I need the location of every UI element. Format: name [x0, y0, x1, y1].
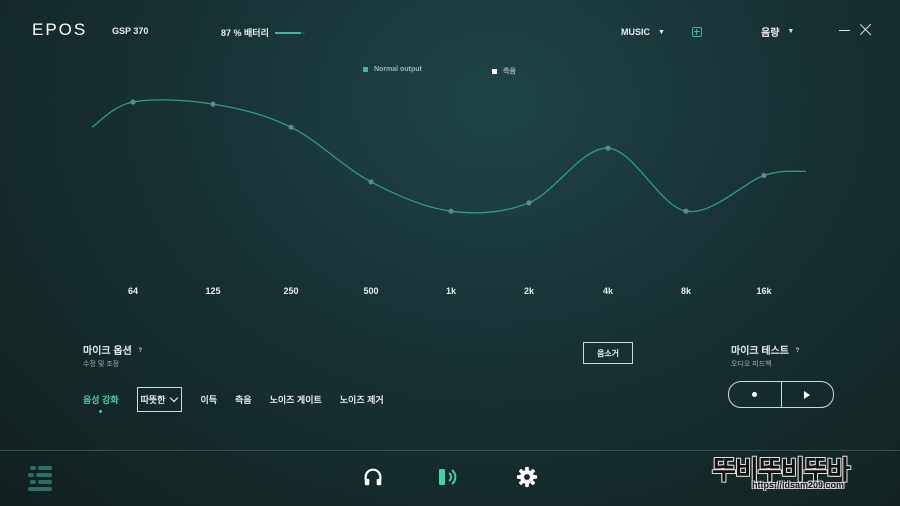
eq-point-125[interactable]	[210, 101, 216, 107]
mic-options-subtitle: 수정 및 조정	[83, 361, 120, 368]
tab-gain[interactable]: 이득	[200, 393, 217, 406]
mic-test-title: 마이크 테스트?	[731, 342, 802, 357]
chevron-down-icon	[170, 393, 179, 403]
play-icon	[804, 390, 811, 399]
eq-point-64[interactable]	[130, 99, 136, 105]
eq-curve	[91, 99, 807, 214]
eq-point-250[interactable]	[288, 124, 294, 130]
microphone-icon[interactable]	[437, 465, 463, 489]
mic-test-section: 마이크 테스트? 오디오 피드백	[731, 342, 802, 369]
freq-label-250: 250	[283, 286, 299, 296]
tab-voice-enhance[interactable]: 음성 강화	[83, 393, 119, 413]
freq-label-500: 500	[363, 286, 379, 296]
gear-icon[interactable]	[516, 466, 538, 488]
help-icon[interactable]: ?	[793, 347, 802, 356]
equalizer-chart[interactable]	[0, 0, 900, 300]
tab-voice-enhance-label: 음성 강화	[83, 395, 119, 405]
tab-sidetone[interactable]: 측음	[235, 393, 252, 406]
tab-noise-removal[interactable]: 노이즈 제거	[340, 393, 384, 406]
watermark: 뚜비뚜비뚜바 https://idsam209.com	[712, 448, 890, 498]
eq-point-1k[interactable]	[448, 208, 454, 214]
mic-test-title-text: 마이크 테스트	[731, 346, 789, 357]
eq-point-4k[interactable]	[605, 145, 611, 151]
eq-point-16k[interactable]	[761, 172, 767, 179]
record-button[interactable]	[729, 382, 782, 407]
eq-point-2k[interactable]	[526, 200, 532, 206]
mic-test-controls	[728, 381, 834, 408]
freq-label-125: 125	[205, 286, 221, 296]
help-icon[interactable]: ?	[136, 347, 145, 356]
freq-label-1k: 1k	[445, 286, 456, 296]
freq-label-16k: 16k	[756, 286, 772, 296]
voice-enhance-select[interactable]: 따뜻한	[136, 387, 183, 412]
tab-noise-gate[interactable]: 노이즈 게이트	[270, 393, 322, 406]
freq-label-4k: 4k	[602, 286, 613, 296]
mic-options-title: 마이크 옵션?	[83, 342, 145, 357]
eq-point-500[interactable]	[368, 179, 374, 185]
mute-button[interactable]: 음소거	[583, 342, 633, 364]
mic-test-subtitle: 오디오 피드백	[731, 361, 772, 368]
mic-options-section: 마이크 옵션? 수정 및 조정	[83, 342, 145, 369]
watermark-url: https://idsam209.com	[752, 480, 845, 490]
freq-label-8k: 8k	[680, 286, 691, 296]
eq-point-8k[interactable]	[683, 208, 689, 214]
voice-enhance-select-value: 따뜻한	[140, 395, 166, 405]
record-icon	[752, 392, 758, 397]
headphones-icon[interactable]	[362, 466, 384, 488]
play-button[interactable]	[782, 382, 834, 407]
mic-options-title-text: 마이크 옵션	[83, 346, 132, 357]
menu-icon[interactable]	[26, 463, 56, 493]
active-indicator	[99, 410, 102, 413]
freq-label-2k: 2k	[523, 286, 534, 296]
freq-label-64: 64	[127, 286, 138, 296]
mic-tabs: 음성 강화 따뜻한 이득 측음 노이즈 게이트 노이즈 제거	[83, 387, 402, 413]
